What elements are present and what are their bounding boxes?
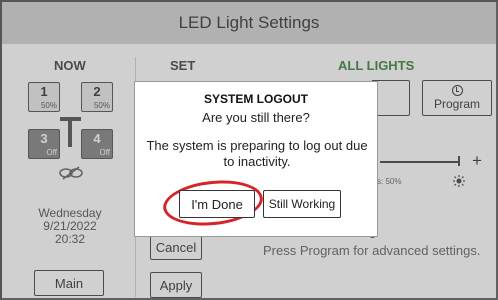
still-working-button[interactable]: Still Working (263, 190, 341, 218)
logout-dialog: SYSTEM LOGOUT Are you still there? The s… (134, 81, 378, 237)
dialog-title: SYSTEM LOGOUT (203, 92, 308, 106)
im-done-button[interactable]: I'm Done (179, 190, 255, 218)
dialog-message: The system is preparing to log out due t… (146, 138, 368, 169)
led-settings-page: LED Light Settings NOW 1 50% 2 50% 3 Off… (0, 0, 498, 300)
dialog-question: Are you still there? (202, 110, 310, 125)
